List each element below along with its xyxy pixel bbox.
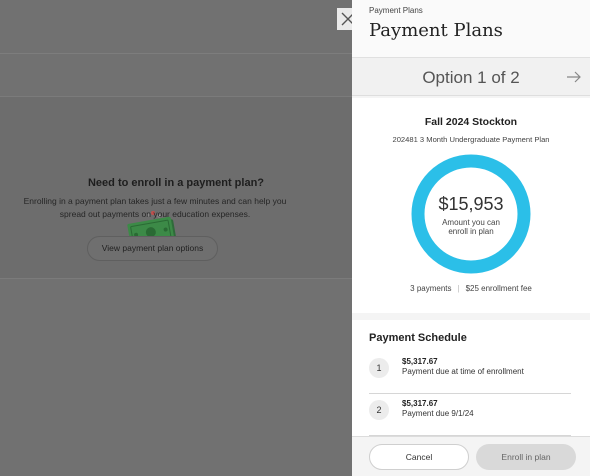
amount-caption: Amount you can enroll in plan (429, 218, 513, 236)
empty-state-description: Enrolling in a payment plan takes just a… (10, 195, 300, 221)
cancel-button[interactable]: Cancel (369, 444, 469, 470)
amount-caption-line: enroll in plan (448, 227, 494, 236)
schedule-item-amount: $5,317.67 (402, 357, 438, 366)
drawer-title: Payment Plans (369, 20, 503, 41)
plan-option-selector: Option 1 of 2 (352, 57, 590, 96)
drawer-header: Payment Plans Payment Plans (352, 0, 590, 57)
schedule-item-number: 2 (369, 400, 389, 420)
plan-term: Fall 2024 Stockton (424, 116, 518, 128)
plan-name: 202481 3 Month Undergraduate Payment Pla… (392, 135, 550, 144)
enroll-in-plan-button[interactable]: Enroll in plan (476, 444, 576, 470)
background-page: Need to enroll in a payment plan? Enroll… (0, 0, 352, 476)
payment-plans-drawer: Payment Plans Payment Plans Option 1 of … (352, 0, 590, 476)
schedule-item-description: Payment due 9/1/24 (402, 409, 474, 418)
option-label: Option 1 of 2 (422, 68, 520, 87)
drawer-kicker: Payment Plans (369, 6, 423, 15)
schedule-item: 1 $5,317.67 Payment due at time of enrol… (369, 354, 571, 394)
plan-amount: $15,953 (438, 194, 504, 214)
plan-summary-card: Fall 2024 Stockton 202481 3 Month Underg… (352, 98, 590, 313)
next-option-button[interactable] (566, 70, 582, 89)
empty-state-title: Need to enroll in a payment plan? (87, 177, 265, 189)
schedule-title: Payment Schedule (369, 332, 467, 344)
schedule-item-number: 1 (369, 358, 389, 378)
arrow-right-icon (567, 71, 581, 83)
payment-schedule: Payment Schedule 1 $5,317.67 Payment due… (352, 320, 590, 436)
view-payment-plan-options-button[interactable]: View payment plan options (87, 236, 218, 261)
empty-state-description-line: spread out payments on your education ex… (59, 209, 251, 219)
payment-count: 3 payments (410, 284, 452, 293)
schedule-item: 2 $5,317.67 Payment due 9/1/24 (369, 396, 571, 436)
empty-state-description-line: Enrolling in a payment plan takes just a… (23, 196, 287, 206)
enrollment-fee: $25 enrollment fee (465, 284, 532, 293)
schedule-item-amount: $5,317.67 (402, 399, 438, 408)
schedule-item-description: Payment due at time of enrollment (402, 367, 524, 376)
plan-meta: 3 payments | $25 enrollment fee (410, 284, 532, 293)
drawer-footer: Cancel Enroll in plan (352, 436, 590, 476)
background-divider (0, 53, 352, 54)
amount-caption-line: Amount you can (442, 218, 500, 227)
